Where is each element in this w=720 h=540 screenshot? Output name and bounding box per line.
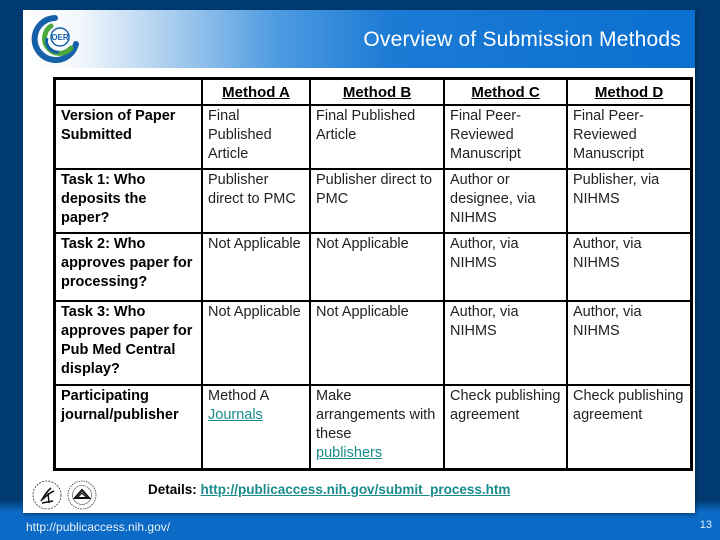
row-label-version: Version of Paper Submitted: [53, 104, 203, 170]
publishers-link[interactable]: publishers: [316, 445, 382, 461]
details-label: Details:: [148, 482, 197, 497]
table-cell: Check publishing agreement: [443, 384, 568, 470]
table-cell: Author, via NIHMS: [443, 232, 568, 302]
table-cell: Publisher direct to PMC: [309, 168, 445, 234]
journals-link[interactable]: Journals: [208, 407, 263, 423]
table-cell: Not Applicable: [201, 300, 311, 386]
details-line: Details: http://publicaccess.nih.gov/sub…: [148, 482, 510, 497]
row-label-task-2: Task 2: Who approves paper for processin…: [53, 232, 203, 302]
table-cell: Final Peer-Reviewed Manuscript: [443, 104, 568, 170]
table-cell: Publisher direct to PMC: [201, 168, 311, 234]
table-header-row: Method A Method B Method C Method D: [53, 77, 693, 106]
method-a-journals-text: Method A: [208, 388, 270, 404]
page-title: Overview of Submission Methods: [363, 28, 681, 51]
row-label-task-3: Task 3: Who approves paper for Pub Med C…: [53, 300, 203, 386]
title-bar: OER Overview of Submission Methods: [23, 10, 695, 68]
make-arrangements-text: Make arrangements with these: [316, 388, 436, 442]
table-cell: Final Published Article: [309, 104, 445, 170]
table-cell: Not Applicable: [309, 300, 445, 386]
header-corner: [53, 77, 203, 106]
slide-number: 13: [699, 519, 712, 531]
header-method-c: Method C: [443, 77, 568, 106]
table-cell: Not Applicable: [201, 232, 311, 302]
slide-panel: OER Overview of Submission Methods Metho…: [23, 10, 695, 513]
oer-logo-icon: OER: [31, 15, 79, 63]
table-row: Participating journal/publisher Method A…: [53, 384, 693, 470]
nih-seal-icon: [67, 480, 97, 510]
row-label-participating: Participating journal/publisher: [53, 384, 203, 470]
table-row: Task 3: Who approves paper for Pub Med C…: [53, 300, 693, 386]
header-method-d: Method D: [566, 77, 693, 106]
methods-table-wrapper: Method A Method B Method C Method D Vers…: [53, 77, 693, 471]
logo-text: OER: [51, 33, 69, 42]
table-cell: Not Applicable: [309, 232, 445, 302]
table-row: Version of Paper Submitted Final Publish…: [53, 104, 693, 170]
table-cell: Final Peer-Reviewed Manuscript: [566, 104, 693, 170]
table-cell: Author, via NIHMS: [566, 232, 693, 302]
methods-table: Method A Method B Method C Method D Vers…: [53, 77, 693, 471]
header-method-b: Method B: [309, 77, 445, 106]
table-cell: Check publishing agreement: [566, 384, 693, 470]
table-cell: Author or designee, via NIHMS: [443, 168, 568, 234]
table-cell: Author, via NIHMS: [443, 300, 568, 386]
details-link[interactable]: http://publicaccess.nih.gov/submit_proce…: [201, 482, 511, 497]
hhs-seal-icon: [32, 480, 62, 510]
row-label-task-1: Task 1: Who deposits the paper?: [53, 168, 203, 234]
table-cell: Make arrangements with these publishers: [309, 384, 445, 470]
table-cell: Publisher, via NIHMS: [566, 168, 693, 234]
table-cell: Method A Journals: [201, 384, 311, 470]
header-method-a: Method A: [201, 77, 311, 106]
table-row: Task 1: Who deposits the paper? Publishe…: [53, 168, 693, 234]
footer-url: http://publicaccess.nih.gov/: [26, 520, 171, 534]
table-row: Task 2: Who approves paper for processin…: [53, 232, 693, 302]
table-cell: Final Published Article: [201, 104, 311, 170]
table-cell: Author, via NIHMS: [566, 300, 693, 386]
